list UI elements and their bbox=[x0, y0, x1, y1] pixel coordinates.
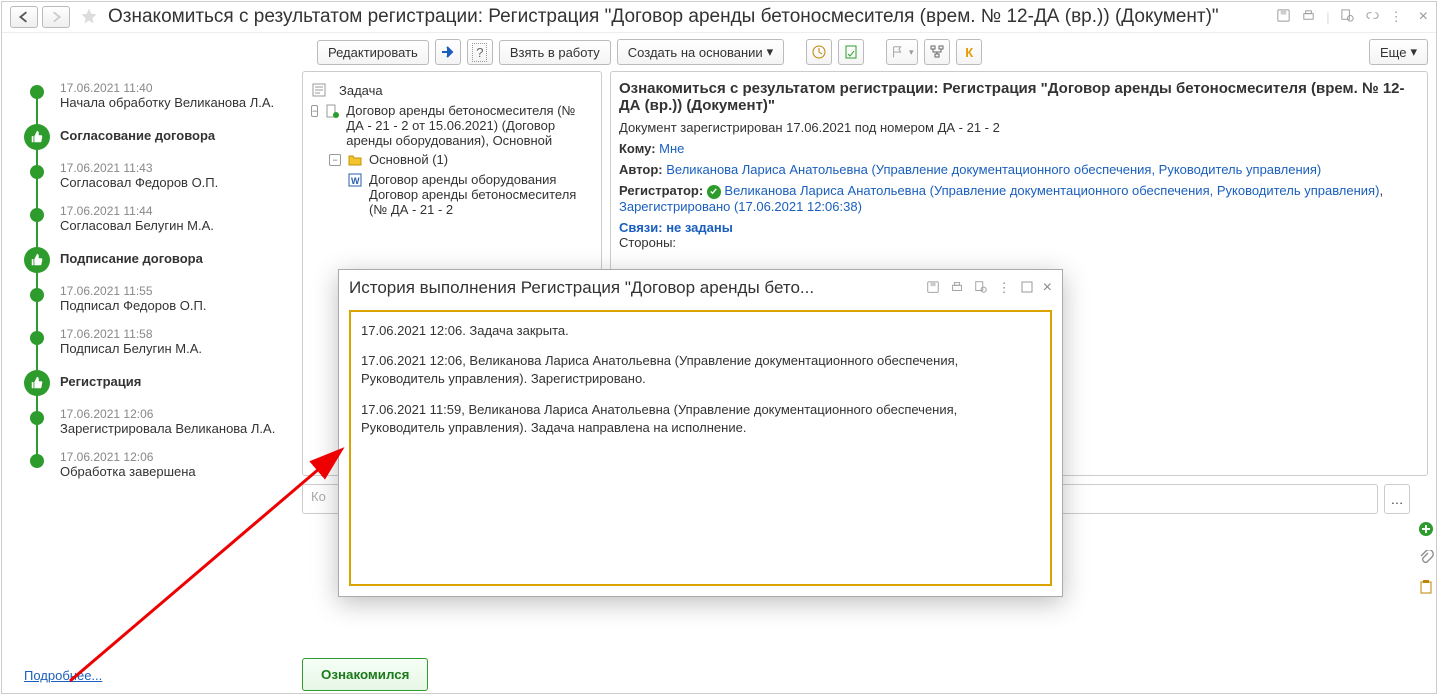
clipboard-icon[interactable] bbox=[1418, 579, 1434, 598]
more-dots-icon[interactable]: ⋮ bbox=[998, 280, 1011, 296]
page-title: Ознакомиться с результатом регистрации: … bbox=[108, 6, 1272, 28]
expander-icon[interactable]: − bbox=[329, 154, 341, 166]
folder-icon bbox=[347, 152, 363, 168]
task-icon bbox=[311, 82, 327, 98]
add-icon[interactable] bbox=[1418, 521, 1434, 540]
chevron-down-icon: ▾ bbox=[1410, 44, 1417, 60]
timeline-item: 17.06.2021 11:58Подписал Белугин М.А. bbox=[24, 327, 294, 356]
popup-title: История выполнения Регистрация "Договор … bbox=[349, 278, 918, 298]
close-icon[interactable]: × bbox=[1043, 279, 1052, 297]
detail-title: Ознакомиться с результатом регистрации: … bbox=[619, 80, 1419, 114]
timeline-item: 17.06.2021 11:44Согласовал Белугин М.А. bbox=[24, 204, 294, 233]
thumbs-up-icon bbox=[24, 247, 50, 273]
hierarchy-button[interactable] bbox=[924, 39, 950, 65]
timeline-item: Согласование договора bbox=[24, 124, 294, 143]
document-icon bbox=[324, 103, 340, 119]
back-button[interactable] bbox=[10, 6, 38, 28]
divider: | bbox=[1326, 10, 1329, 25]
flag-button[interactable]: ▾ bbox=[886, 39, 918, 65]
tree-item-folder[interactable]: − Основной (1) bbox=[311, 150, 593, 170]
print-icon[interactable] bbox=[1301, 8, 1316, 26]
save-icon[interactable] bbox=[926, 280, 940, 297]
timeline-item: 17.06.2021 11:55Подписал Федоров О.П. bbox=[24, 284, 294, 313]
clock-icon-button[interactable] bbox=[806, 39, 832, 65]
check-icon bbox=[707, 185, 721, 199]
acknowledge-button[interactable]: Ознакомился bbox=[302, 658, 428, 691]
chevron-down-icon: ▾ bbox=[767, 44, 774, 60]
maximize-icon[interactable] bbox=[1021, 281, 1033, 296]
thumbs-up-icon bbox=[24, 124, 50, 150]
timeline-item: Регистрация bbox=[24, 370, 294, 389]
svg-text:W: W bbox=[351, 176, 360, 186]
timeline-item: 17.06.2021 11:43Согласовал Федоров О.П. bbox=[24, 161, 294, 190]
forward-task-button[interactable] bbox=[435, 39, 461, 65]
detail-subtext: Документ зарегистрирован 17.06.2021 под … bbox=[619, 120, 1419, 135]
comment-expand-button[interactable]: … bbox=[1384, 484, 1410, 514]
tree-item-task[interactable]: Задача bbox=[311, 80, 593, 101]
take-button[interactable]: Взять в работу bbox=[499, 40, 611, 65]
popup-body: 17.06.2021 12:06. Задача закрыта. 17.06.… bbox=[349, 310, 1052, 586]
timeline-item: 17.06.2021 11:40Начала обработку Великан… bbox=[24, 81, 294, 110]
attach-icon[interactable] bbox=[1418, 550, 1434, 569]
reg-status-link[interactable]: Зарегистрировано (17.06.2021 12:06:38) bbox=[619, 199, 862, 214]
author-link[interactable]: Великанова Лариса Анатольевна (Управлени… bbox=[666, 162, 1321, 177]
green-doc-button[interactable] bbox=[838, 39, 864, 65]
registrar-link[interactable]: Великанова Лариса Анатольевна (Управлени… bbox=[724, 183, 1379, 198]
link-icon[interactable] bbox=[1365, 8, 1380, 26]
save-icon[interactable] bbox=[1276, 8, 1291, 26]
word-icon: W bbox=[347, 172, 363, 188]
search-doc-icon[interactable] bbox=[974, 280, 988, 297]
expander-icon[interactable]: − bbox=[311, 105, 318, 117]
to-link[interactable]: Мне bbox=[659, 141, 684, 156]
more-button[interactable]: Еще ▾ bbox=[1369, 39, 1428, 65]
search-doc-icon[interactable] bbox=[1340, 8, 1355, 26]
more-dots-icon[interactable]: ⋮ bbox=[1390, 9, 1403, 25]
history-popup: История выполнения Регистрация "Договор … bbox=[338, 269, 1063, 597]
timeline-item: 17.06.2021 12:06Обработка завершена bbox=[24, 450, 294, 479]
chevron-down-icon: ▾ bbox=[909, 47, 914, 58]
edit-button[interactable]: Редактировать bbox=[317, 40, 429, 65]
forward-button[interactable] bbox=[42, 6, 70, 28]
tree-item-file[interactable]: W Договор аренды оборудования Договор ар… bbox=[311, 170, 593, 219]
timeline-item: 17.06.2021 12:06Зарегистрировала Великан… bbox=[24, 407, 294, 436]
k-button[interactable]: К bbox=[956, 39, 982, 65]
create-based-button[interactable]: Создать на основании ▾ bbox=[617, 39, 784, 65]
tree-item-doc[interactable]: − Договор аренды бетоносмесителя (№ ДА -… bbox=[311, 101, 593, 150]
thumbs-up-icon bbox=[24, 370, 50, 396]
close-icon[interactable]: × bbox=[1419, 8, 1428, 26]
more-link[interactable]: Подробнее... bbox=[24, 668, 102, 683]
links-link[interactable]: Связи: не заданы bbox=[619, 220, 733, 235]
timeline-item: Подписание договора bbox=[24, 247, 294, 266]
print-icon[interactable] bbox=[950, 280, 964, 297]
help-button[interactable]: ? bbox=[467, 39, 493, 65]
star-icon[interactable] bbox=[80, 7, 98, 28]
